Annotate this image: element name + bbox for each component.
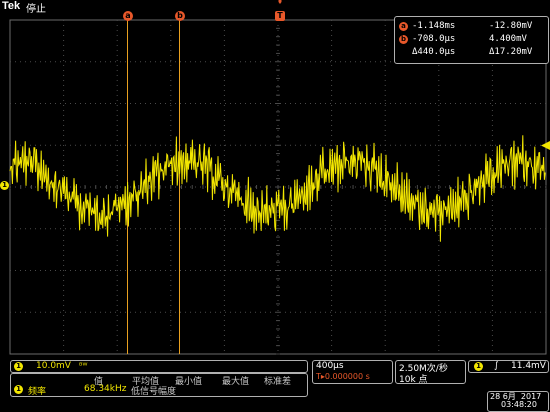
delta-time: Δ440.0µs [412,47,456,57]
horizontal-panel[interactable]: 400µs T▸0.000000 s [312,360,393,384]
measurement-value: 68.34kHz [84,384,127,394]
meas-header-min: 最小值 [175,377,203,387]
cursor-b-time: -708.0µs [412,34,456,44]
cursor-a-time: -1.148ms [412,21,456,31]
channel-1-badge: 1 [14,362,23,371]
graticule [9,19,547,355]
horizontal-scale: 400µs [316,361,344,371]
cursor-a-badge: a [399,22,408,31]
trigger-arrow-icon [278,0,282,4]
trigger-level: 11.4mV [511,361,546,371]
channel-1-bandwidth-icon: ᴮᵂ [79,361,88,370]
measurement-name: 频率 [28,387,47,397]
trigger-source-badge: 1 [474,362,483,371]
channel-1-trigger-level-icon[interactable] [541,141,550,150]
trigger-panel[interactable]: 1 ∫ 11.4mV [468,360,549,373]
cursor-b-badge: b [399,35,408,44]
measurement-panel[interactable]: 值 平均值 最小值 最大值 标准差 1 频率 68.34kHz 低信号幅度 [10,373,308,397]
channel-1-scale: 10.0mV [36,361,71,371]
trigger-position: T▸0.000000 s [316,372,370,381]
measurement-source-badge: 1 [14,385,23,394]
cursor-b-volt: 4.400mV [489,34,527,44]
measurement-note: 低信号幅度 [131,387,177,397]
channel-1-ground-marker[interactable]: 1 [0,181,9,190]
delta-volt: Δ17.20mV [489,47,533,57]
meas-header-max: 最大值 [222,377,250,387]
cursor-a-volt: -12.80mV [489,21,533,31]
cursor-a-marker[interactable]: a [123,11,133,21]
time: 03:48:20 [501,400,537,409]
datetime-panel: 28 6月 2017 03:48:20 [487,391,549,412]
record-length: 10k 点 [399,375,428,385]
meas-header-stddev: 标准差 [264,377,292,387]
channel-1-panel[interactable]: 1 10.0mV ᴮᵂ [10,360,308,373]
trigger-slope-icon: ∫ [494,361,499,371]
trigger-position-marker[interactable]: T [275,11,285,21]
acquisition-panel[interactable]: 2.50M次/秒 10k 点 [395,360,466,385]
cursor-readout: a -1.148ms -12.80mV b -708.0µs 4.400mV Δ… [394,16,549,64]
cursor-b-marker[interactable]: b [175,11,185,21]
